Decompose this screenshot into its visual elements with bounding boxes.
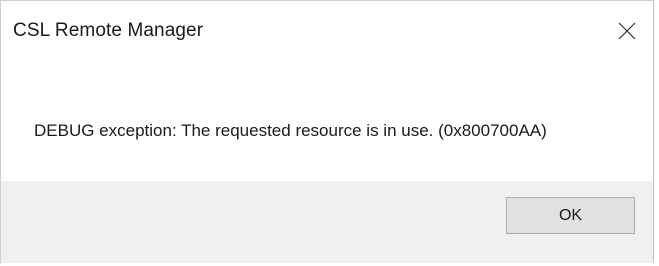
dialog-content: DEBUG exception: The requested resource … (1, 81, 653, 181)
title-bar[interactable]: CSL Remote Manager (1, 1, 653, 81)
close-icon (618, 22, 636, 40)
dialog-footer: OK (1, 181, 653, 263)
error-message: DEBUG exception: The requested resource … (34, 121, 547, 140)
message-dialog: CSL Remote Manager DEBUG exception: The … (0, 0, 654, 263)
ok-button[interactable]: OK (506, 197, 635, 234)
window-title: CSL Remote Manager (13, 20, 204, 41)
close-button[interactable] (607, 13, 647, 49)
